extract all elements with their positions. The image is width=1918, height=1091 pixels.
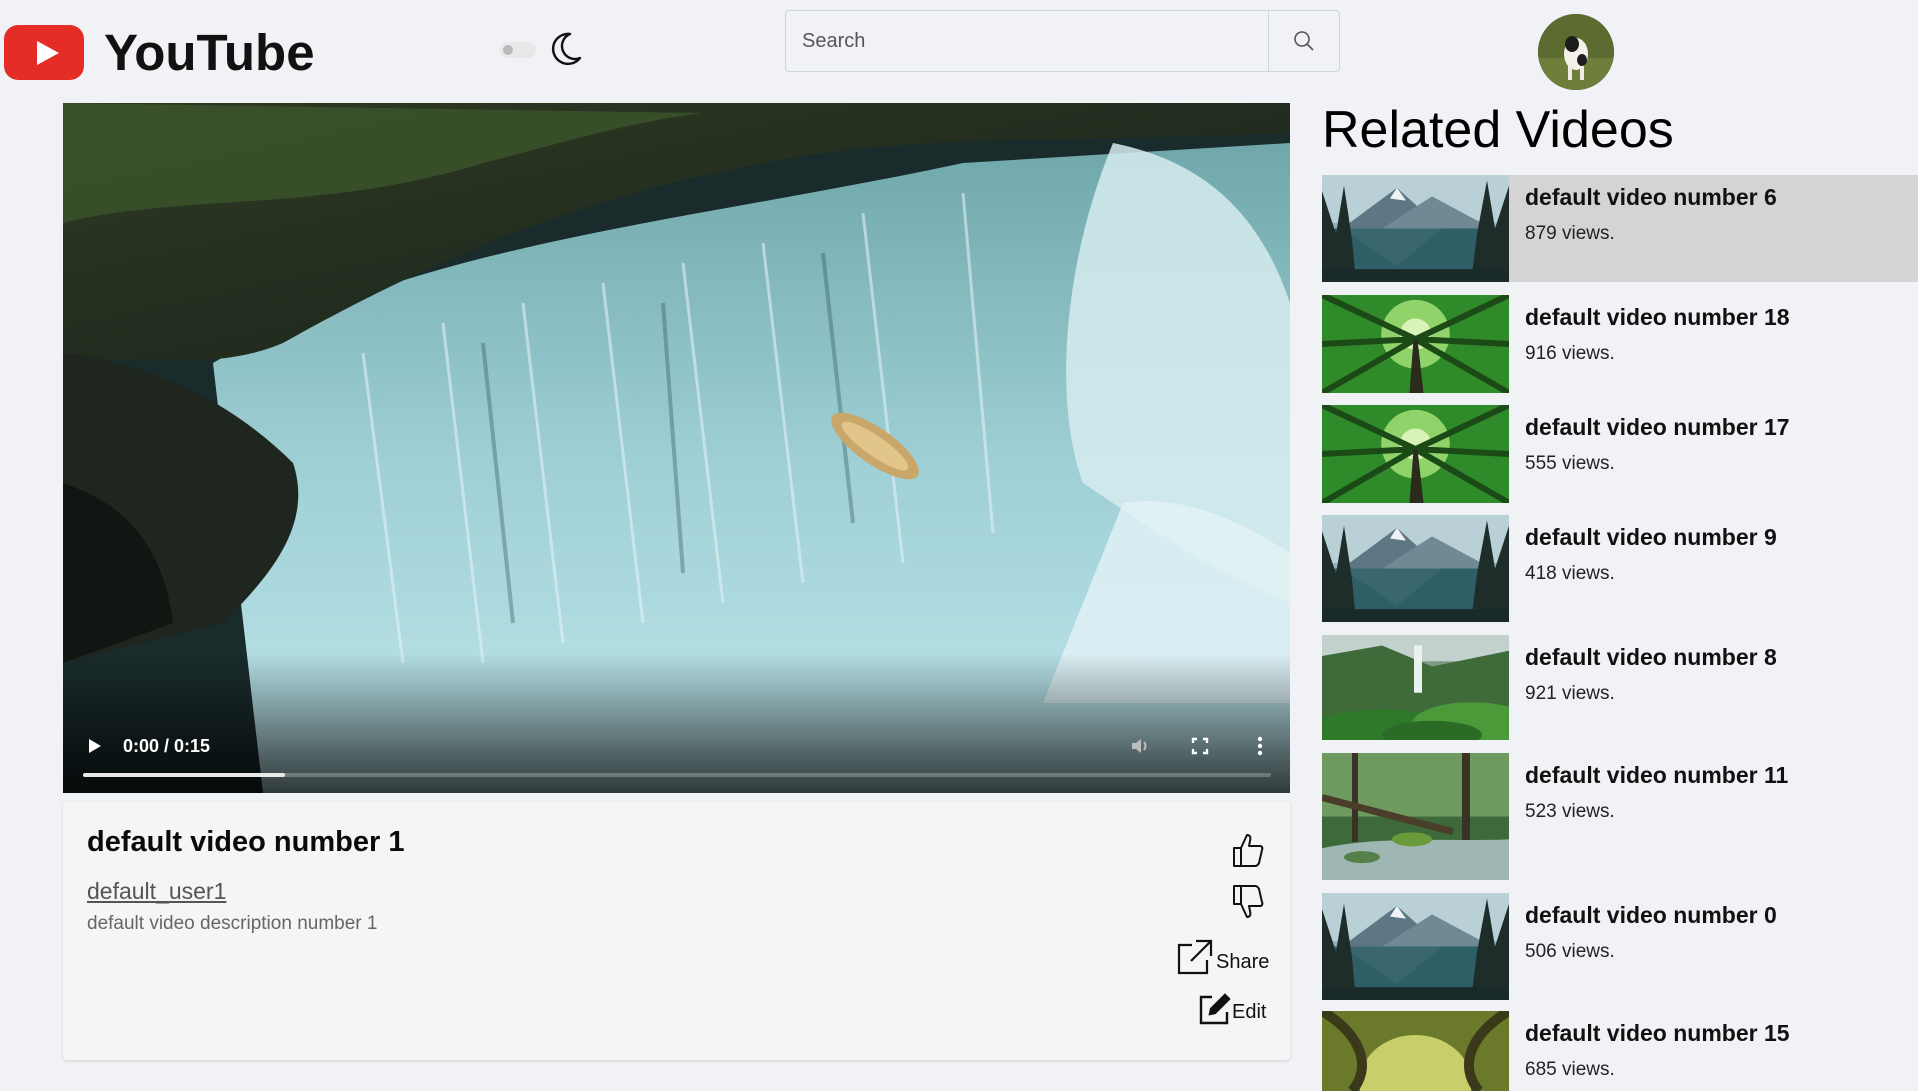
youtube-logo[interactable]: YouTube <box>4 23 315 82</box>
related-video-title: default video number 6 <box>1525 184 1777 210</box>
user-avatar[interactable] <box>1538 14 1614 90</box>
related-video-views: 523 views. <box>1525 801 1615 822</box>
play-icon[interactable] <box>85 736 105 756</box>
edit-label: Edit <box>1232 1001 1267 1023</box>
video-description: default video description number 1 <box>87 913 378 934</box>
related-video-item[interactable]: default video number 17 555 views. <box>1322 405 1918 503</box>
related-video-views: 916 views. <box>1525 343 1615 364</box>
search-button[interactable] <box>1268 11 1339 71</box>
related-video-views: 921 views. <box>1525 683 1615 704</box>
avatar-image <box>1538 14 1614 90</box>
related-video-title: default video number 17 <box>1525 414 1790 440</box>
related-video-views: 418 views. <box>1525 563 1615 584</box>
edit-button[interactable]: Edit <box>1198 992 1266 1026</box>
share-icon <box>1177 939 1213 975</box>
thumbs-up-icon <box>1233 834 1264 867</box>
video-thumbnail <box>1322 1011 1509 1091</box>
related-video-title: default video number 8 <box>1525 644 1777 670</box>
related-video-item[interactable]: default video number 9 418 views. <box>1322 515 1918 622</box>
related-video-title: default video number 9 <box>1525 524 1777 550</box>
video-thumbnail <box>1322 753 1509 880</box>
video-thumbnail <box>1322 175 1509 282</box>
related-video-item[interactable]: default video number 6 879 views. <box>1322 175 1918 282</box>
related-video-views: 879 views. <box>1525 223 1615 244</box>
toggle-knob <box>503 45 513 55</box>
dislike-button[interactable] <box>1231 884 1265 920</box>
youtube-play-logo-icon <box>4 25 84 80</box>
player-controls: 0:00 / 0:15 <box>63 653 1290 793</box>
related-video-item[interactable]: default video number 0 506 views. <box>1322 893 1918 1000</box>
video-thumbnail <box>1322 635 1509 740</box>
thumbs-down-icon <box>1233 885 1264 918</box>
related-video-title: default video number 15 <box>1525 1020 1790 1046</box>
like-button[interactable] <box>1231 832 1265 868</box>
channel-link[interactable]: default_user1 <box>87 878 226 905</box>
share-label: Share <box>1216 951 1270 973</box>
video-title: default video number 1 <box>87 826 405 858</box>
fullscreen-icon[interactable] <box>1187 733 1213 759</box>
search-icon <box>1294 31 1314 51</box>
edit-icon <box>1199 993 1231 1025</box>
related-video-title: default video number 0 <box>1525 902 1777 928</box>
video-thumbnail <box>1322 515 1509 622</box>
time-display: 0:00 / 0:15 <box>123 736 211 756</box>
theme-toggle[interactable] <box>500 42 536 58</box>
video-player[interactable]: 0:00 / 0:15 <box>63 103 1290 793</box>
related-video-title: default video number 11 <box>1525 762 1789 788</box>
video-thumbnail <box>1322 893 1509 1000</box>
related-videos-heading: Related Videos <box>1322 101 1674 159</box>
search-bar <box>785 10 1340 72</box>
related-video-views: 506 views. <box>1525 941 1615 962</box>
video-thumbnail <box>1322 405 1509 503</box>
volume-icon[interactable] <box>1127 733 1153 759</box>
related-video-item[interactable]: default video number 15 685 views. <box>1322 1011 1918 1091</box>
more-vert-icon[interactable] <box>1247 733 1273 759</box>
related-video-item[interactable]: default video number 11 523 views. <box>1322 753 1918 880</box>
related-video-item[interactable]: default video number 8 921 views. <box>1322 635 1918 740</box>
video-thumbnail <box>1322 295 1509 393</box>
share-button[interactable]: Share <box>1176 938 1269 976</box>
search-input[interactable] <box>786 11 1268 71</box>
related-video-title: default video number 18 <box>1525 304 1790 330</box>
related-video-item[interactable]: default video number 18 916 views. <box>1322 295 1918 393</box>
video-info-card: default video number 1 default_user1 def… <box>63 802 1290 1060</box>
logo-text: YouTube <box>104 24 315 81</box>
progress-fill <box>83 773 285 777</box>
moon-icon[interactable] <box>546 30 584 68</box>
related-video-views: 555 views. <box>1525 453 1615 474</box>
progress-bar[interactable] <box>83 773 1271 777</box>
